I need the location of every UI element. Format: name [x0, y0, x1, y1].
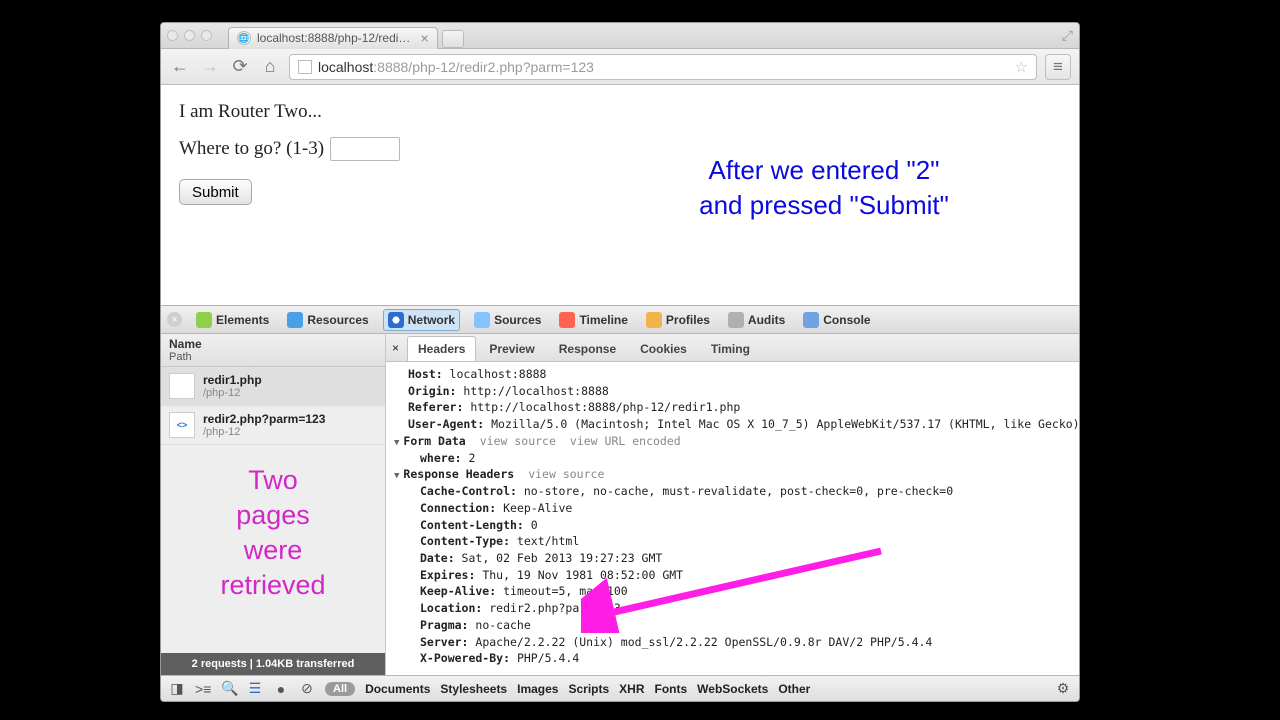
home-button[interactable]: ⌂	[259, 56, 281, 77]
prompt-label: Where to go? (1-3)	[179, 138, 324, 160]
network-icon	[388, 312, 404, 328]
network-status-bar: 2 requests | 1.04KB transferred	[161, 653, 385, 675]
filter-scripts[interactable]: Scripts	[568, 682, 609, 696]
headers-pane: Host: localhost:8888 Origin: http://loca…	[386, 362, 1079, 675]
request-name: redir2.php?parm=123	[203, 412, 325, 426]
record-icon[interactable]: ●	[273, 681, 289, 697]
timeline-icon	[559, 312, 575, 328]
file-icon	[169, 373, 195, 399]
close-window-icon[interactable]	[167, 30, 178, 41]
panel-audits[interactable]: Audits	[724, 310, 789, 330]
file-icon: <>	[169, 412, 195, 438]
view-url-encoded-link[interactable]: view URL encoded	[570, 434, 681, 448]
list-icon[interactable]: ☰	[247, 680, 263, 697]
sources-icon	[474, 312, 490, 328]
filter-images[interactable]: Images	[517, 682, 558, 696]
window-controls	[167, 30, 212, 41]
tab-headers[interactable]: Headers	[407, 336, 476, 361]
page-icon	[298, 60, 312, 74]
request-path: /php-12	[203, 387, 262, 399]
devtools-footer: ◨ >≡ 🔍 ☰ ● ⊘ All Documents Stylesheets I…	[161, 675, 1079, 701]
filter-websockets[interactable]: WebSockets	[697, 682, 768, 696]
annotation-blue: After we entered "2" and pressed "Submit…	[609, 153, 1039, 223]
view-source-link[interactable]: view source	[480, 434, 556, 448]
tab-strip: 🌐 localhost:8888/php-12/redi… × ⤢	[161, 23, 1079, 49]
elements-icon	[196, 312, 212, 328]
search-icon[interactable]: 🔍	[221, 680, 237, 697]
panel-network[interactable]: Network	[383, 309, 460, 331]
url-text: localhost:8888/php-12/redir2.php?parm=12…	[318, 59, 1009, 75]
close-tab-icon[interactable]: ×	[420, 31, 428, 45]
close-devtools-icon[interactable]: ×	[167, 312, 182, 327]
expand-icon[interactable]: ⤢	[1062, 27, 1073, 44]
filter-other[interactable]: Other	[778, 682, 810, 696]
forward-button[interactable]: →	[199, 56, 221, 77]
reload-button[interactable]: ⟳	[229, 56, 251, 77]
browser-toolbar: ← → ⟳ ⌂ localhost:8888/php-12/redir2.php…	[161, 49, 1079, 85]
browser-window: 🌐 localhost:8888/php-12/redi… × ⤢ ← → ⟳ …	[160, 22, 1080, 702]
close-detail-icon[interactable]: ×	[392, 341, 399, 355]
filter-stylesheets[interactable]: Stylesheets	[440, 682, 507, 696]
console-toggle-icon[interactable]: >≡	[195, 681, 211, 697]
panel-sources[interactable]: Sources	[470, 310, 545, 330]
panel-timeline[interactable]: Timeline	[555, 310, 631, 330]
profiles-icon	[646, 312, 662, 328]
audits-icon	[728, 312, 744, 328]
filter-all[interactable]: All	[325, 682, 355, 696]
chrome-menu-button[interactable]: ≡	[1045, 54, 1071, 80]
tab-timing[interactable]: Timing	[700, 336, 761, 361]
detail-tabs: × Headers Preview Response Cookies Timin…	[386, 334, 1079, 362]
devtools-panel-tabs: × Elements Resources Network Sources Tim…	[161, 306, 1079, 334]
resources-icon	[287, 312, 303, 328]
back-button[interactable]: ←	[169, 56, 191, 77]
panel-console[interactable]: Console	[799, 310, 874, 330]
annotation-pink: Two pages were retrieved	[193, 463, 353, 603]
request-row[interactable]: <> redir2.php?parm=123 /php-12	[161, 406, 385, 445]
zoom-window-icon[interactable]	[201, 30, 212, 41]
bookmark-star-icon[interactable]: ☆	[1015, 58, 1028, 76]
globe-icon: 🌐	[237, 31, 251, 45]
tab-cookies[interactable]: Cookies	[629, 336, 698, 361]
tab-response[interactable]: Response	[548, 336, 627, 361]
filter-fonts[interactable]: Fonts	[655, 682, 688, 696]
view-source-link[interactable]: view source	[528, 467, 604, 481]
filter-xhr[interactable]: XHR	[619, 682, 644, 696]
request-name: redir1.php	[203, 373, 262, 387]
dock-icon[interactable]: ◨	[169, 680, 185, 697]
minimize-window-icon[interactable]	[184, 30, 195, 41]
tab-title: localhost:8888/php-12/redi…	[257, 31, 410, 45]
where-input[interactable]	[330, 137, 400, 161]
settings-gear-icon[interactable]: ⚙	[1055, 680, 1071, 697]
browser-tab[interactable]: 🌐 localhost:8888/php-12/redi… ×	[228, 27, 438, 49]
clear-icon[interactable]: ⊘	[299, 680, 315, 697]
panel-elements[interactable]: Elements	[192, 310, 273, 330]
submit-button[interactable]: Submit	[179, 179, 252, 205]
console-icon	[803, 312, 819, 328]
request-row[interactable]: redir1.php /php-12	[161, 367, 385, 406]
panel-resources[interactable]: Resources	[283, 310, 372, 330]
page-heading: I am Router Two...	[179, 101, 1061, 123]
tab-preview[interactable]: Preview	[478, 336, 545, 361]
request-path: /php-12	[203, 426, 325, 438]
new-tab-button[interactable]	[442, 30, 464, 48]
address-bar[interactable]: localhost:8888/php-12/redir2.php?parm=12…	[289, 54, 1037, 80]
filter-documents[interactable]: Documents	[365, 682, 430, 696]
panel-profiles[interactable]: Profiles	[642, 310, 714, 330]
request-list-header: Name Path	[161, 334, 385, 367]
